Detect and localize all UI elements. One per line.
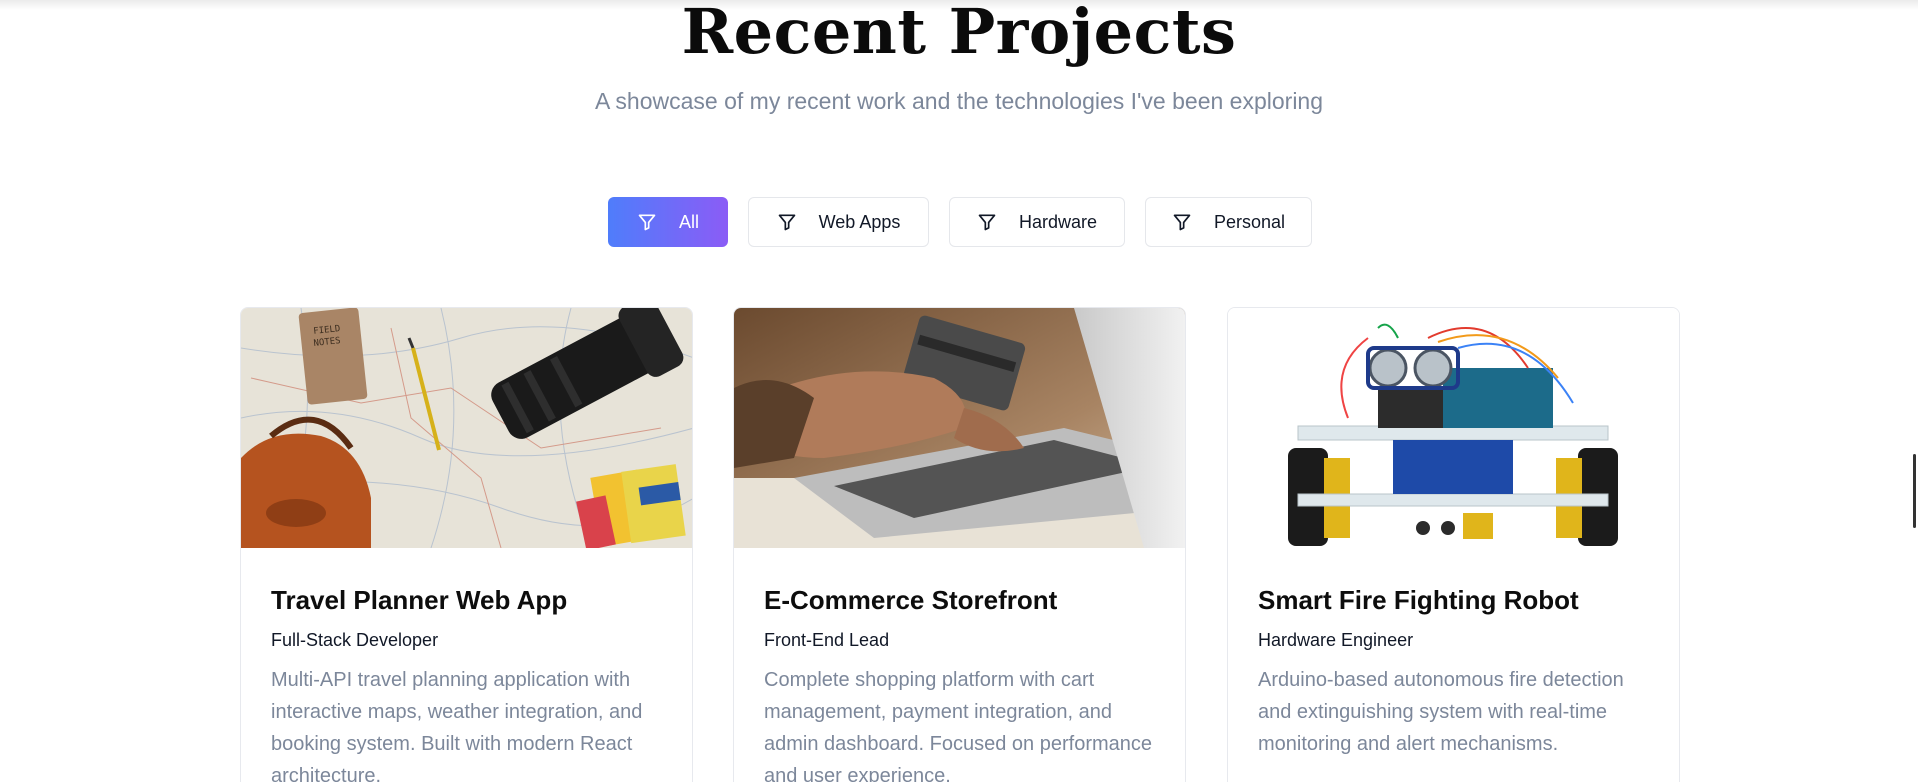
- filter-all-label: All: [678, 211, 699, 232]
- filter-icon: [778, 214, 795, 231]
- filter-personal-button[interactable]: Personal: [1145, 197, 1312, 247]
- project-title: E-Commerce Storefront: [764, 585, 1058, 615]
- project-description: Complete shopping platform with cart man…: [764, 669, 1153, 782]
- project-image-travel-map: FIELD NOTES: [241, 308, 692, 548]
- project-title: Smart Fire Fighting Robot: [1258, 585, 1579, 615]
- project-description: Multi-API travel planning application wi…: [271, 669, 643, 782]
- project-role: Front-End Lead: [764, 630, 890, 650]
- filter-hardware-button[interactable]: Hardware: [949, 197, 1125, 247]
- filter-icon: [1173, 214, 1191, 231]
- page-title: Recent Projects: [681, 0, 1237, 68]
- project-image-robot: [1228, 308, 1679, 548]
- filter-all-button[interactable]: All: [608, 197, 728, 247]
- scrollbar-thumb[interactable]: [1913, 454, 1916, 528]
- project-role: Hardware Engineer: [1258, 630, 1414, 650]
- filter-icon: [978, 214, 996, 231]
- filter-web-apps-button[interactable]: Web Apps: [748, 197, 929, 247]
- project-description: Arduino-based autonomous fire detection …: [1258, 669, 1624, 755]
- filter-web-apps-label: Web Apps: [818, 211, 901, 232]
- page-subtitle: A showcase of my recent work and the tec…: [594, 88, 1324, 114]
- project-image-laptop-payment: [734, 308, 1185, 548]
- project-card-travel-planner[interactable]: FIELD NOTES Travel Planner Web App Full-…: [240, 307, 693, 782]
- project-filter-bar: All Web Apps Hardware Personal: [0, 197, 1918, 247]
- project-title: Travel Planner Web App: [271, 585, 568, 615]
- filter-icon: [638, 214, 656, 231]
- filter-personal-label: Personal: [1213, 211, 1286, 232]
- project-card-fire-robot[interactable]: Smart Fire Fighting Robot Hardware Engin…: [1227, 307, 1680, 782]
- filter-hardware-label: Hardware: [1018, 211, 1098, 232]
- project-role: Full-Stack Developer: [271, 630, 439, 650]
- project-card-ecommerce[interactable]: E-Commerce Storefront Front-End Lead Com…: [733, 307, 1186, 782]
